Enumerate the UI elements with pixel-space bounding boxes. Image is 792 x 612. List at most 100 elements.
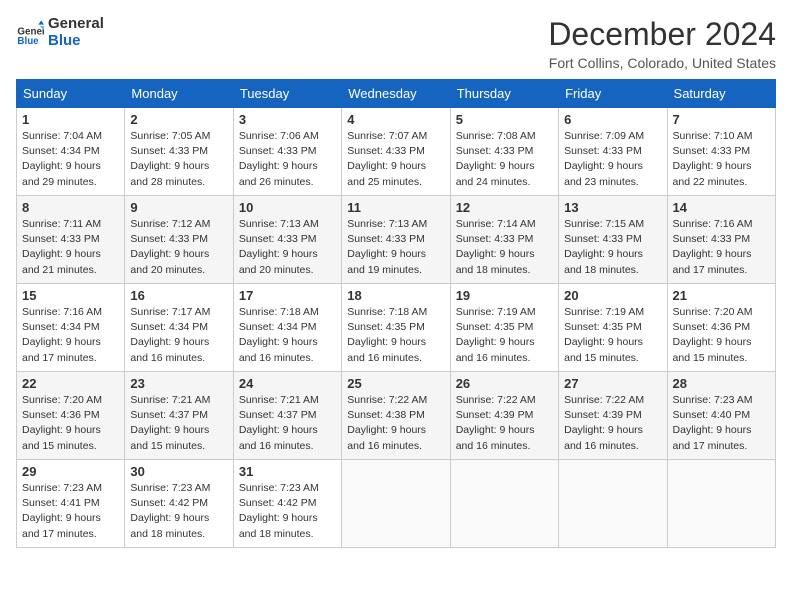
calendar-cell: 19Sunrise: 7:19 AM Sunset: 4:35 PM Dayli… (450, 284, 558, 372)
calendar-week-row: 1 Sunrise: 7:04 AM Sunset: 4:34 PM Daylig… (17, 108, 776, 196)
day-info: Sunrise: 7:16 AM Sunset: 4:33 PM Dayligh… (673, 217, 770, 278)
day-number: 13 (564, 200, 661, 215)
header-monday: Monday (125, 80, 233, 108)
calendar-cell: 30 Sunrise: 7:23 AM Sunset: 4:42 PM Dayli… (125, 460, 233, 548)
day-info: Sunrise: 7:15 AM Sunset: 4:33 PM Dayligh… (564, 217, 661, 278)
day-info: Sunrise: 7:20 AM Sunset: 4:36 PM Dayligh… (673, 305, 770, 366)
calendar-cell (559, 460, 667, 548)
header-tuesday: Tuesday (233, 80, 341, 108)
calendar-cell: 8Sunrise: 7:11 AM Sunset: 4:33 PM Daylig… (17, 196, 125, 284)
calendar-cell: 25 Sunrise: 7:22 AM Sunset: 4:38 PM Dayli… (342, 372, 450, 460)
day-number: 31 (239, 464, 336, 479)
calendar-cell: 13 Sunrise: 7:15 AM Sunset: 4:33 PM Dayli… (559, 196, 667, 284)
day-info: Sunrise: 7:22 AM Sunset: 4:38 PM Dayligh… (347, 393, 444, 454)
day-info: Sunrise: 7:05 AM Sunset: 4:33 PM Dayligh… (130, 129, 227, 190)
month-title: December 2024 (548, 16, 776, 53)
day-info: Sunrise: 7:08 AM Sunset: 4:33 PM Dayligh… (456, 129, 553, 190)
calendar-cell: 10Sunrise: 7:13 AM Sunset: 4:33 PM Dayli… (233, 196, 341, 284)
calendar-week-row: 22 Sunrise: 7:20 AM Sunset: 4:36 PM Dayli… (17, 372, 776, 460)
calendar-cell (342, 460, 450, 548)
calendar-cell: 20 Sunrise: 7:19 AM Sunset: 4:35 PM Dayli… (559, 284, 667, 372)
day-info: Sunrise: 7:19 AM Sunset: 4:35 PM Dayligh… (564, 305, 661, 366)
header-saturday: Saturday (667, 80, 775, 108)
calendar-cell: 9 Sunrise: 7:12 AM Sunset: 4:33 PM Daylig… (125, 196, 233, 284)
day-number: 25 (347, 376, 444, 391)
day-number: 2 (130, 112, 227, 127)
day-info: Sunrise: 7:14 AM Sunset: 4:33 PM Dayligh… (456, 217, 553, 278)
calendar-table: SundayMondayTuesdayWednesdayThursdayFrid… (16, 79, 776, 548)
logo-icon: General Blue (16, 19, 44, 47)
day-info: Sunrise: 7:22 AM Sunset: 4:39 PM Dayligh… (564, 393, 661, 454)
day-number: 20 (564, 288, 661, 303)
day-info: Sunrise: 7:10 AM Sunset: 4:33 PM Dayligh… (673, 129, 770, 190)
day-number: 8 (22, 200, 119, 215)
calendar-cell: 6Sunrise: 7:09 AM Sunset: 4:33 PM Daylig… (559, 108, 667, 196)
calendar-cell: 27 Sunrise: 7:22 AM Sunset: 4:39 PM Dayli… (559, 372, 667, 460)
calendar-cell: 26Sunrise: 7:22 AM Sunset: 4:39 PM Dayli… (450, 372, 558, 460)
day-info: Sunrise: 7:23 AM Sunset: 4:40 PM Dayligh… (673, 393, 770, 454)
calendar-cell: 24 Sunrise: 7:21 AM Sunset: 4:37 PM Dayli… (233, 372, 341, 460)
calendar-cell: 23 Sunrise: 7:21 AM Sunset: 4:37 PM Dayli… (125, 372, 233, 460)
day-number: 12 (456, 200, 553, 215)
calendar-cell: 17 Sunrise: 7:18 AM Sunset: 4:34 PM Dayli… (233, 284, 341, 372)
day-info: Sunrise: 7:16 AM Sunset: 4:34 PM Dayligh… (22, 305, 119, 366)
calendar-cell: 31 Sunrise: 7:23 AM Sunset: 4:42 PM Dayli… (233, 460, 341, 548)
day-number: 9 (130, 200, 227, 215)
header: General Blue General Blue December 2024 … (16, 16, 776, 71)
day-number: 5 (456, 112, 553, 127)
day-number: 17 (239, 288, 336, 303)
calendar-week-row: 29 Sunrise: 7:23 AM Sunset: 4:41 PM Dayli… (17, 460, 776, 548)
day-number: 28 (673, 376, 770, 391)
calendar-cell: 18 Sunrise: 7:18 AM Sunset: 4:35 PM Dayli… (342, 284, 450, 372)
calendar-cell: 16 Sunrise: 7:17 AM Sunset: 4:34 PM Dayli… (125, 284, 233, 372)
calendar-cell: 2 Sunrise: 7:05 AM Sunset: 4:33 PM Daylig… (125, 108, 233, 196)
day-info: Sunrise: 7:23 AM Sunset: 4:41 PM Dayligh… (22, 481, 119, 542)
day-number: 19 (456, 288, 553, 303)
header-wednesday: Wednesday (342, 80, 450, 108)
title-area: December 2024 Fort Collins, Colorado, Un… (548, 16, 776, 71)
day-info: Sunrise: 7:18 AM Sunset: 4:35 PM Dayligh… (347, 305, 444, 366)
calendar-cell: 14 Sunrise: 7:16 AM Sunset: 4:33 PM Dayli… (667, 196, 775, 284)
day-number: 4 (347, 112, 444, 127)
day-number: 16 (130, 288, 227, 303)
calendar-cell: 4Sunrise: 7:07 AM Sunset: 4:33 PM Daylig… (342, 108, 450, 196)
day-number: 3 (239, 112, 336, 127)
calendar-header-row: SundayMondayTuesdayWednesdayThursdayFrid… (17, 80, 776, 108)
day-info: Sunrise: 7:12 AM Sunset: 4:33 PM Dayligh… (130, 217, 227, 278)
day-info: Sunrise: 7:23 AM Sunset: 4:42 PM Dayligh… (130, 481, 227, 542)
logo: General Blue General Blue (16, 16, 104, 49)
day-info: Sunrise: 7:13 AM Sunset: 4:33 PM Dayligh… (239, 217, 336, 278)
calendar-cell: 15 Sunrise: 7:16 AM Sunset: 4:34 PM Dayli… (17, 284, 125, 372)
day-number: 27 (564, 376, 661, 391)
day-info: Sunrise: 7:09 AM Sunset: 4:33 PM Dayligh… (564, 129, 661, 190)
calendar-cell: 28 Sunrise: 7:23 AM Sunset: 4:40 PM Dayli… (667, 372, 775, 460)
day-number: 23 (130, 376, 227, 391)
location-title: Fort Collins, Colorado, United States (548, 55, 776, 71)
day-info: Sunrise: 7:21 AM Sunset: 4:37 PM Dayligh… (130, 393, 227, 454)
header-friday: Friday (559, 80, 667, 108)
day-number: 15 (22, 288, 119, 303)
day-number: 24 (239, 376, 336, 391)
day-info: Sunrise: 7:21 AM Sunset: 4:37 PM Dayligh… (239, 393, 336, 454)
logo-general: General (48, 16, 104, 33)
calendar-cell: 3Sunrise: 7:06 AM Sunset: 4:33 PM Daylig… (233, 108, 341, 196)
day-number: 1 (22, 112, 119, 127)
day-info: Sunrise: 7:22 AM Sunset: 4:39 PM Dayligh… (456, 393, 553, 454)
day-info: Sunrise: 7:17 AM Sunset: 4:34 PM Dayligh… (130, 305, 227, 366)
calendar-cell: 7Sunrise: 7:10 AM Sunset: 4:33 PM Daylig… (667, 108, 775, 196)
calendar-week-row: 15 Sunrise: 7:16 AM Sunset: 4:34 PM Dayli… (17, 284, 776, 372)
day-info: Sunrise: 7:20 AM Sunset: 4:36 PM Dayligh… (22, 393, 119, 454)
day-info: Sunrise: 7:04 AM Sunset: 4:34 PM Dayligh… (22, 129, 119, 190)
calendar-cell (450, 460, 558, 548)
day-number: 18 (347, 288, 444, 303)
day-info: Sunrise: 7:23 AM Sunset: 4:42 PM Dayligh… (239, 481, 336, 542)
day-number: 14 (673, 200, 770, 215)
calendar-cell (667, 460, 775, 548)
day-number: 29 (22, 464, 119, 479)
day-info: Sunrise: 7:18 AM Sunset: 4:34 PM Dayligh… (239, 305, 336, 366)
day-number: 11 (347, 200, 444, 215)
day-number: 22 (22, 376, 119, 391)
day-number: 30 (130, 464, 227, 479)
logo-blue: Blue (48, 33, 104, 50)
calendar-cell: 5 Sunrise: 7:08 AM Sunset: 4:33 PM Daylig… (450, 108, 558, 196)
